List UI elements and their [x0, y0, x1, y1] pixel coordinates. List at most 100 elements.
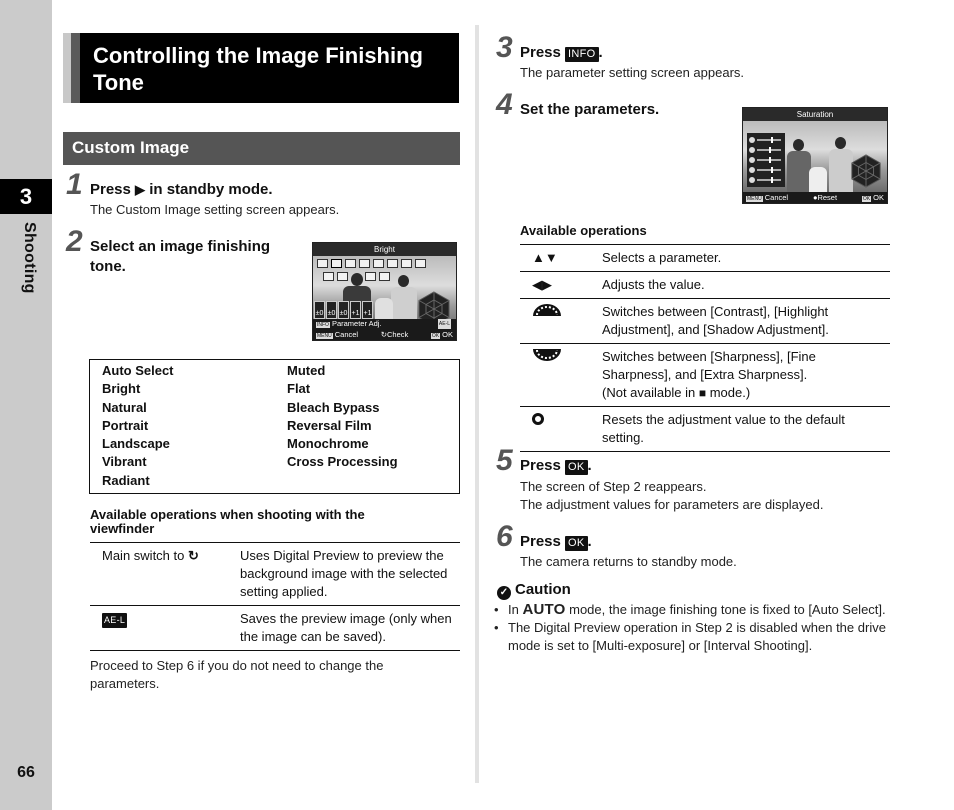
tone-icon — [379, 272, 390, 281]
contrast-icon — [749, 167, 755, 173]
reset-hint: Reset — [817, 193, 838, 202]
tone-item: Bright — [102, 381, 141, 397]
description-text: mode.) — [709, 385, 751, 400]
tone-item: Monochrome — [287, 436, 369, 452]
tone-icon — [337, 272, 348, 281]
icon-cell — [520, 407, 602, 451]
chapter-number: 3 — [0, 179, 52, 214]
step-title-text: . — [587, 457, 592, 474]
tone-icon — [331, 259, 342, 268]
table-row: Resets the adjustment value to the defau… — [520, 407, 890, 452]
step-title: Select an image finishing tone. — [90, 238, 271, 275]
description-text: Switches between [Sharpness], [Fine Shar… — [602, 349, 816, 382]
column-divider — [475, 25, 479, 783]
check-hint: Check — [387, 330, 409, 339]
slider — [757, 177, 781, 183]
viewfinder-ops-table: Main switch to ↻ Uses Digital Preview to… — [90, 542, 460, 651]
parameter-value: ±0 — [326, 301, 337, 319]
step-number: 2 — [66, 225, 83, 258]
description-cell: Uses Digital Preview to preview the back… — [240, 548, 448, 599]
preview-icon: ↻ — [188, 548, 199, 563]
description-line: The screen of Step 2 reappears. — [520, 479, 707, 494]
viewfinder-ops-heading: Available operations when shooting with … — [90, 507, 365, 536]
caution-text: mode, the image finishing tone is fixed … — [569, 602, 886, 617]
circle-button-icon — [532, 413, 544, 425]
page-title-box: Controlling the Image Finishing Tone — [63, 33, 459, 103]
tone-item: Muted — [287, 363, 326, 378]
screen-title: Bright — [313, 243, 456, 256]
caution-item: The Digital Preview operation in Step 2 … — [494, 619, 894, 655]
person-head — [351, 273, 363, 286]
person-figure — [787, 151, 811, 193]
description-cell: Adjusts the value. — [602, 277, 705, 292]
table-row: AE-L Saves the preview image (only when … — [90, 606, 460, 651]
menu-key-icon: MENU — [316, 333, 333, 339]
tone-item: Reversal Film — [287, 417, 372, 433]
step-description: The Custom Image setting screen appears. — [90, 202, 340, 217]
front-dial-icon — [533, 304, 561, 316]
tone-icon — [345, 259, 356, 268]
screen-hint-row: INFO Parameter Adj. AE-L — [313, 319, 456, 329]
up-down-arrows-icon: ▲▼ — [532, 250, 558, 265]
person-head — [398, 275, 409, 287]
step-title-text: in standby mode. — [149, 181, 273, 198]
step-title: Press ▶ in standby mode. — [90, 180, 273, 200]
control-cell: Main switch to ↻ — [90, 543, 240, 605]
left-right-arrows-icon: ◀▶ — [532, 277, 552, 292]
icon-cell — [520, 299, 602, 343]
step-number: 5 — [496, 444, 513, 477]
description-cell: Switches between [Sharpness], [Fine Shar… — [602, 344, 890, 406]
key-icon — [749, 157, 755, 163]
step-title-text: . — [598, 44, 603, 61]
person-figure — [809, 167, 827, 193]
tone-icon — [365, 272, 376, 281]
caution-heading: ✓ Caution — [497, 581, 571, 600]
step-number: 3 — [496, 31, 513, 64]
tone-item: Flat — [287, 381, 311, 397]
table-row: Switches between [Sharpness], [Fine Shar… — [520, 344, 890, 407]
tone-icon — [323, 272, 334, 281]
step-title: Press OK. — [520, 532, 592, 552]
table-row: ◀▶ Adjusts the value. — [520, 272, 890, 299]
tone-item: Natural — [102, 399, 147, 415]
slider — [757, 157, 781, 163]
chapter-label: Shooting — [21, 222, 38, 294]
available-ops-table: ▲▼ Selects a parameter. ◀▶ Adjusts the v… — [520, 244, 890, 452]
caution-item: In AUTO mode, the image finishing tone i… — [494, 601, 894, 619]
tone-item: Bleach Bypass — [287, 399, 380, 415]
screen-footer: MENU Cancel ↻Check OK OK — [313, 329, 456, 340]
page-number: 66 — [17, 764, 35, 781]
table-row: Main switch to ↻ Uses Digital Preview to… — [90, 543, 460, 606]
cancel-hint: Cancel — [334, 330, 359, 339]
available-ops-heading: Available operations — [520, 223, 647, 238]
tone-icon — [359, 259, 370, 268]
step-title-text: . — [587, 533, 592, 550]
cancel-hint: Cancel — [764, 193, 789, 202]
tone-item: Landscape — [102, 436, 170, 452]
parameter-value: +1 — [350, 301, 361, 319]
preview-photo — [743, 121, 887, 203]
rear-dial-icon — [533, 349, 561, 361]
caution-text: In — [508, 602, 519, 617]
step-title: Set the parameters. — [520, 101, 660, 118]
hue-icon — [749, 147, 755, 153]
table-row: ▲▼ Selects a parameter. — [520, 245, 890, 272]
slider — [757, 147, 781, 153]
description-cell: Resets the adjustment value to the defau… — [602, 412, 845, 445]
parameter-hexagon-graph — [851, 154, 881, 188]
ok-key-icon: OK — [430, 333, 441, 339]
step-number: 6 — [496, 520, 513, 553]
movie-mode-icon: ■ — [698, 386, 707, 400]
step-title-text: Press — [520, 457, 561, 474]
slider — [757, 167, 781, 173]
tone-item: Vibrant — [102, 454, 147, 470]
section-title: Custom Image — [72, 138, 190, 157]
ok-hint: OK — [873, 193, 884, 202]
camera-screen-custom-image: Bright ±0 ±0 ±0 +1 +1 INFO Parameter Adj.… — [312, 242, 457, 341]
tone-list-left: Auto Select Bright Natural Portrait Land… — [102, 362, 174, 490]
step-description: The camera returns to standby mode. — [520, 554, 737, 569]
ae-l-key-icon: AE-L — [437, 319, 451, 329]
title-accent-light — [63, 33, 71, 103]
person-head — [835, 137, 846, 149]
parameter-value: +1 — [362, 301, 373, 319]
